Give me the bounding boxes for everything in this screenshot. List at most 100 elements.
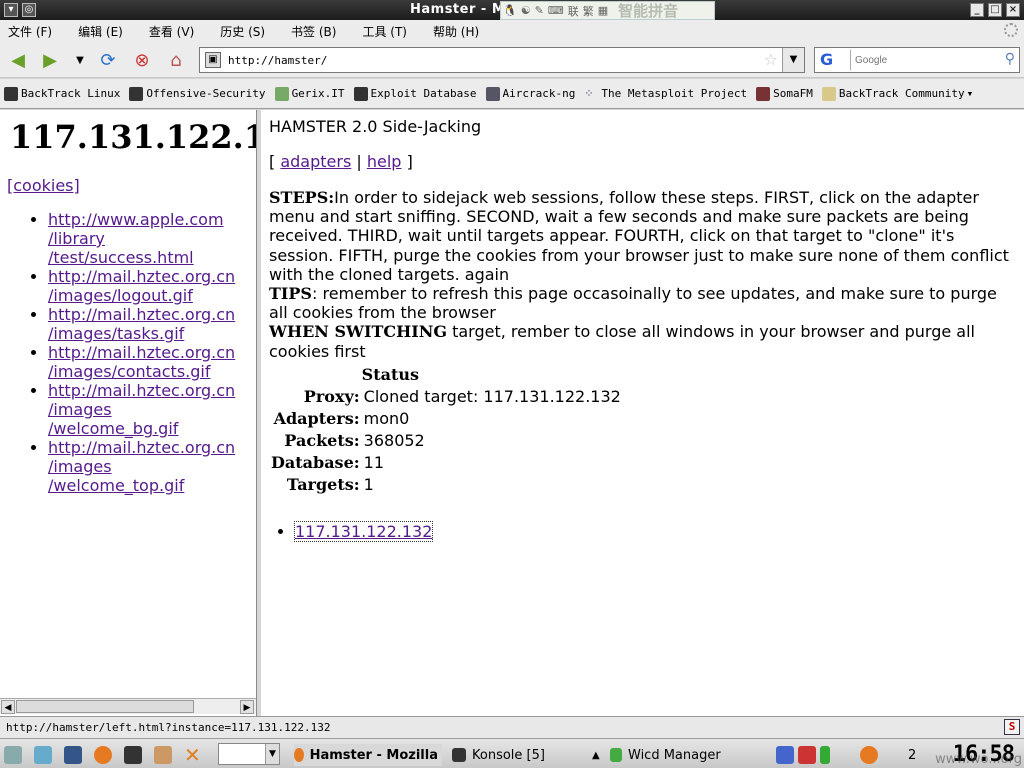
url-link[interactable]: http://mail.hztec.org.cn/images/welcome_… (48, 438, 235, 495)
flag-tray-icon[interactable] (798, 744, 822, 766)
taskbar: ✕ ▼ Hamster - Mozilla Konsole [5] ▲ Wicd… (0, 738, 1024, 768)
cookies-link[interactable]: [cookies] (7, 176, 80, 195)
ime-lian[interactable]: 联 (566, 3, 581, 19)
steps-label: STEPS: (269, 188, 335, 207)
somafm-icon (756, 86, 771, 101)
bookmark-aircrack[interactable]: Aircrack-ng (485, 86, 575, 101)
firefox-launcher-icon[interactable] (94, 744, 118, 766)
kde-menu-icon[interactable] (4, 744, 28, 766)
battery-tray-icon[interactable] (820, 744, 836, 766)
ime-toolbar[interactable]: 🐧 ☯ ✎ ⌨ 联 繁 ▦ 智能拼音 (500, 1, 715, 20)
url-input[interactable] (228, 51, 758, 69)
firefox-icon (294, 748, 304, 762)
menu-bookmarks[interactable]: 书签 (B) (291, 23, 336, 40)
help-link[interactable]: help (367, 152, 402, 171)
menu-file[interactable]: 文件 (F) (8, 23, 52, 40)
tips-text: : remember to refresh this page occasoin… (269, 284, 997, 323)
maximize-button[interactable]: □ (988, 3, 1002, 17)
scroll-right-button[interactable]: ▶ (240, 700, 254, 714)
bookmark-gerix[interactable]: Gerix.IT (274, 86, 345, 101)
minimize-button[interactable]: _ (970, 3, 984, 17)
back-button[interactable]: ◀ (6, 49, 30, 73)
list-item: http://mail.hztec.org.cn/images/logout.g… (48, 267, 235, 305)
menu-view[interactable]: 查看 (V) (149, 23, 194, 40)
scroll-thumb[interactable] (16, 700, 194, 713)
list-item: http://mail.hztec.org.cn/images/welcome_… (48, 438, 235, 495)
switching-label: WHEN SWITCHING (269, 322, 448, 342)
url-link[interactable]: http://www.apple.com/library/test/succes… (48, 210, 235, 267)
bookmark-metasploit[interactable]: ⁘ The Metasploit Project (584, 87, 747, 101)
status-addon-icon[interactable]: S (1004, 719, 1020, 735)
bookmark-exploit-database[interactable]: Exploit Database (353, 86, 477, 101)
ime-fan[interactable]: 繁 (581, 3, 596, 19)
status-header: Status (361, 365, 419, 384)
folder-icon (821, 86, 836, 101)
keyboard-icon[interactable]: ▦ (596, 4, 610, 17)
network-tray-icon[interactable] (776, 744, 800, 766)
reload-button[interactable]: ⟳ (96, 49, 120, 73)
menu-edit[interactable]: 编辑 (E) (78, 23, 123, 40)
list-item: http://mail.hztec.org.cn/images/tasks.gi… (48, 305, 235, 343)
title-bar: ▾ ◎ Hamster - M 🐧 ☯ ✎ ⌨ 联 繁 ▦ 智能拼音 _ □ × (0, 0, 1024, 20)
tips-label: TIPS (269, 284, 312, 304)
url-link[interactable]: http://mail.hztec.org.cn/images/contacts… (48, 343, 235, 381)
workspace-pager[interactable]: 2 (908, 744, 916, 766)
task-konsole[interactable]: Konsole [5] (452, 744, 545, 766)
settings-icon[interactable] (34, 744, 58, 766)
taskbar-combo[interactable]: ▼ (218, 743, 280, 765)
packets-value: 368052 (363, 431, 425, 450)
firefox-tray-icon[interactable] (860, 744, 884, 766)
arrow-up-icon[interactable]: ▲ (592, 744, 600, 766)
menu-tools[interactable]: 工具 (T) (362, 23, 407, 40)
task-wicd-manager[interactable]: Wicd Manager (610, 744, 721, 766)
bookmark-backtrack-community[interactable]: BackTrack Community ▾ (821, 86, 974, 101)
search-engine-selector[interactable]: G (817, 50, 851, 70)
pen-icon[interactable]: ✎ (533, 4, 546, 17)
bookmark-backtrack-linux[interactable]: BackTrack Linux (4, 86, 120, 101)
chevron-down-icon: ▾ (966, 87, 974, 100)
bookmark-somafm[interactable]: SomaFM (756, 86, 813, 101)
site-favicon-icon: ▣ (205, 52, 221, 68)
window-title: Hamster - M (410, 2, 506, 17)
forward-button[interactable]: ▶ (38, 49, 62, 73)
url-bar[interactable]: ▣ ☆ ▼ (199, 47, 805, 73)
bookmark-offensive-security[interactable]: Offensive-Security (129, 86, 266, 101)
bookmark-star-icon[interactable]: ☆ (764, 50, 778, 69)
targets-label: Targets: (286, 475, 360, 494)
adapters-link[interactable]: adapters (280, 152, 351, 171)
url-link[interactable]: http://mail.hztec.org.cn/images/logout.g… (48, 267, 235, 305)
adapters-label: Adapters: (273, 409, 360, 428)
crossed-tools-icon[interactable]: ✕ (184, 743, 201, 767)
close-button[interactable]: × (1006, 3, 1020, 17)
url-dropdown-button[interactable]: ▼ (782, 48, 804, 72)
menu-history[interactable]: 历史 (S) (220, 23, 265, 40)
stop-button[interactable]: ⊗ (130, 49, 154, 73)
exploit-db-icon (353, 86, 368, 101)
keyboard-mode-icon[interactable]: ⌨ (546, 4, 566, 17)
penguin-icon[interactable]: 🐧 (501, 4, 519, 17)
search-icon[interactable]: ⚲ (1005, 51, 1015, 67)
history-dropdown-button[interactable]: ▼ (68, 49, 92, 73)
right-frame: HAMSTER 2.0 Side-Jacking [ adapters | he… (261, 110, 1024, 716)
chevron-down-icon[interactable]: ▼ (265, 744, 279, 764)
desktop-icon[interactable] (64, 744, 88, 766)
mode-icon[interactable]: ☯ (519, 4, 533, 17)
url-link[interactable]: http://mail.hztec.org.cn/images/tasks.gi… (48, 305, 235, 343)
dragon-icon (4, 86, 18, 101)
target-link[interactable]: 117.131.122.132 (293, 521, 434, 542)
horizontal-scrollbar[interactable]: ◀ ▶ (0, 698, 256, 714)
terminal-launcher-icon[interactable] (124, 744, 148, 766)
scroll-left-button[interactable]: ◀ (1, 700, 15, 714)
tools-launcher-icon[interactable] (154, 744, 178, 766)
list-item: http://www.apple.com/library/test/succes… (48, 210, 235, 267)
search-bar[interactable]: G ⚲ (814, 47, 1020, 73)
url-link[interactable]: http://mail.hztec.org.cn/images/welcome_… (48, 381, 235, 438)
instructions: STEPS:In order to sidejack web sessions,… (269, 188, 1019, 361)
offsec-icon (129, 86, 144, 101)
home-button[interactable]: ⌂ (164, 49, 188, 73)
targets-value: 1 (363, 475, 374, 494)
menu-help[interactable]: 帮助 (H) (433, 23, 479, 40)
window-menu-icon[interactable]: ▾ (4, 3, 18, 17)
search-input[interactable] (855, 52, 995, 68)
task-hamster-mozilla[interactable]: Hamster - Mozilla (294, 744, 442, 766)
